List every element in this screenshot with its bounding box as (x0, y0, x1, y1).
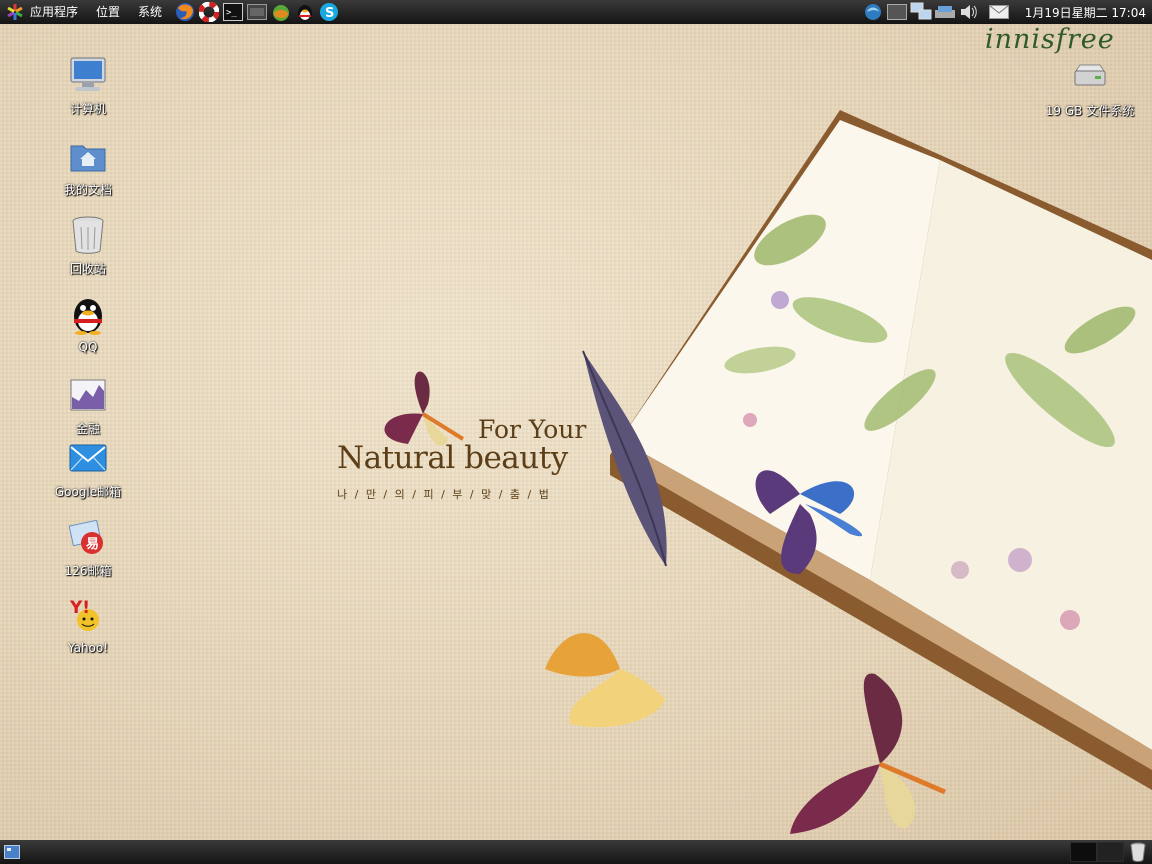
help-lifebuoy-icon (199, 2, 220, 22)
tray-volume[interactable] (957, 1, 981, 23)
menu-applications-label: 应用程序 (30, 5, 79, 19)
applications-star-icon (7, 4, 23, 20)
workspace-1[interactable] (1070, 842, 1097, 862)
svg-text:易: 易 (86, 537, 99, 552)
tray-network-swirl[interactable] (861, 1, 885, 23)
hard-drive-icon (1074, 64, 1106, 86)
skype-launcher[interactable]: S (317, 1, 341, 23)
workspace-switcher (1070, 842, 1124, 862)
desktop-icon-drive[interactable]: 19 GB 文件系统 (1035, 57, 1145, 119)
desktop-icon-yahoo[interactable]: Y! Yahoo! (33, 596, 143, 655)
terminal-icon: >_ (223, 3, 244, 21)
tray-mail[interactable] (987, 1, 1011, 23)
qq-icon (74, 299, 102, 335)
desktop-icon-gmail[interactable]: Google邮箱 (33, 438, 143, 500)
tagline-line-2: Natural beauty (337, 440, 568, 476)
desktop-icon-computer[interactable]: 计算机 (33, 55, 143, 117)
network-swirl-icon (864, 4, 881, 20)
mail-126-icon: 易 (68, 519, 103, 554)
tray-network[interactable] (909, 1, 933, 23)
desktop-icon-126mail[interactable]: 易 126邮箱 (33, 517, 143, 579)
mail-icon (988, 5, 1009, 19)
desktop-icon-documents[interactable]: 我的文档 (33, 136, 143, 198)
firefox-launcher[interactable] (173, 1, 197, 23)
trash-icon[interactable] (1128, 842, 1148, 862)
desktop-icon-label: 计算机 (69, 102, 106, 116)
desktop-icon-label: 我的文档 (63, 183, 112, 197)
svg-text:>_: >_ (226, 8, 237, 18)
top-panel: 应用程序 位置 系统 >_ S 1月19日星期二 17:04 (0, 0, 1152, 24)
skype-icon: S (320, 3, 339, 21)
volume-icon (960, 5, 977, 19)
menu-applications[interactable]: 应用程序 (0, 0, 87, 24)
bottom-panel (0, 840, 1152, 864)
menu-system[interactable]: 系统 (129, 0, 171, 24)
tagline-line-3: 나 / 만 / 의 / 피 / 부 / 맞 / 춤 / 법 (337, 488, 551, 501)
desktop-icon-label: 126邮箱 (64, 564, 112, 578)
desktop-icon-label: 19 GB 文件系统 (1045, 104, 1135, 118)
show-desktop-icon[interactable] (4, 845, 20, 859)
qq-launcher[interactable] (293, 1, 317, 23)
monitor-launcher[interactable] (245, 1, 269, 23)
menu-places[interactable]: 位置 (87, 0, 129, 24)
tray-router[interactable] (933, 1, 957, 23)
desktop-icon-finance[interactable]: 金融 (33, 375, 143, 437)
router-icon (934, 6, 955, 18)
stock-chart-icon (70, 379, 106, 411)
qq-icon (298, 5, 313, 21)
brand-logo: innisfree (985, 24, 1115, 55)
monitor-icon (886, 4, 907, 20)
desktop-icon-label: 回收站 (69, 262, 106, 276)
workspace-2[interactable] (1097, 842, 1124, 862)
desktop-icon-label: 金融 (75, 422, 100, 436)
desktop-icon-label: Google邮箱 (54, 485, 122, 499)
terminal-launcher[interactable]: >_ (221, 1, 245, 23)
network-icon (910, 2, 932, 20)
mail-icon (69, 444, 107, 472)
purple-butterfly-illustration (790, 673, 946, 834)
launcher-bar: >_ S (173, 1, 341, 23)
app-launcher[interactable] (269, 1, 293, 23)
app-icon (273, 5, 290, 21)
clock[interactable]: 1月19日星期二 17:04 (1011, 4, 1152, 21)
yellow-butterfly-illustration (545, 633, 665, 728)
desktop-icon-label: QQ (78, 340, 98, 354)
dark-leaf-illustration (582, 350, 667, 567)
yahoo-icon: Y! (69, 598, 99, 631)
trash-icon (72, 216, 104, 254)
computer-icon (70, 57, 106, 91)
firefox-icon (176, 3, 195, 21)
home-folder-icon (70, 145, 106, 172)
svg-text:S: S (325, 6, 334, 21)
blue-butterfly-illustration (755, 470, 863, 574)
tray-monitor[interactable] (885, 1, 909, 23)
desktop-icon-qq[interactable]: QQ (33, 295, 143, 354)
desktop-icon-trash[interactable]: 回收站 (33, 215, 143, 277)
desktop-icon-label: Yahoo! (67, 641, 109, 655)
system-tray: 1月19日星期二 17:04 (861, 0, 1152, 24)
svg-text:Y!: Y! (69, 598, 90, 618)
monitor-icon (247, 4, 268, 20)
help-launcher[interactable] (197, 1, 221, 23)
